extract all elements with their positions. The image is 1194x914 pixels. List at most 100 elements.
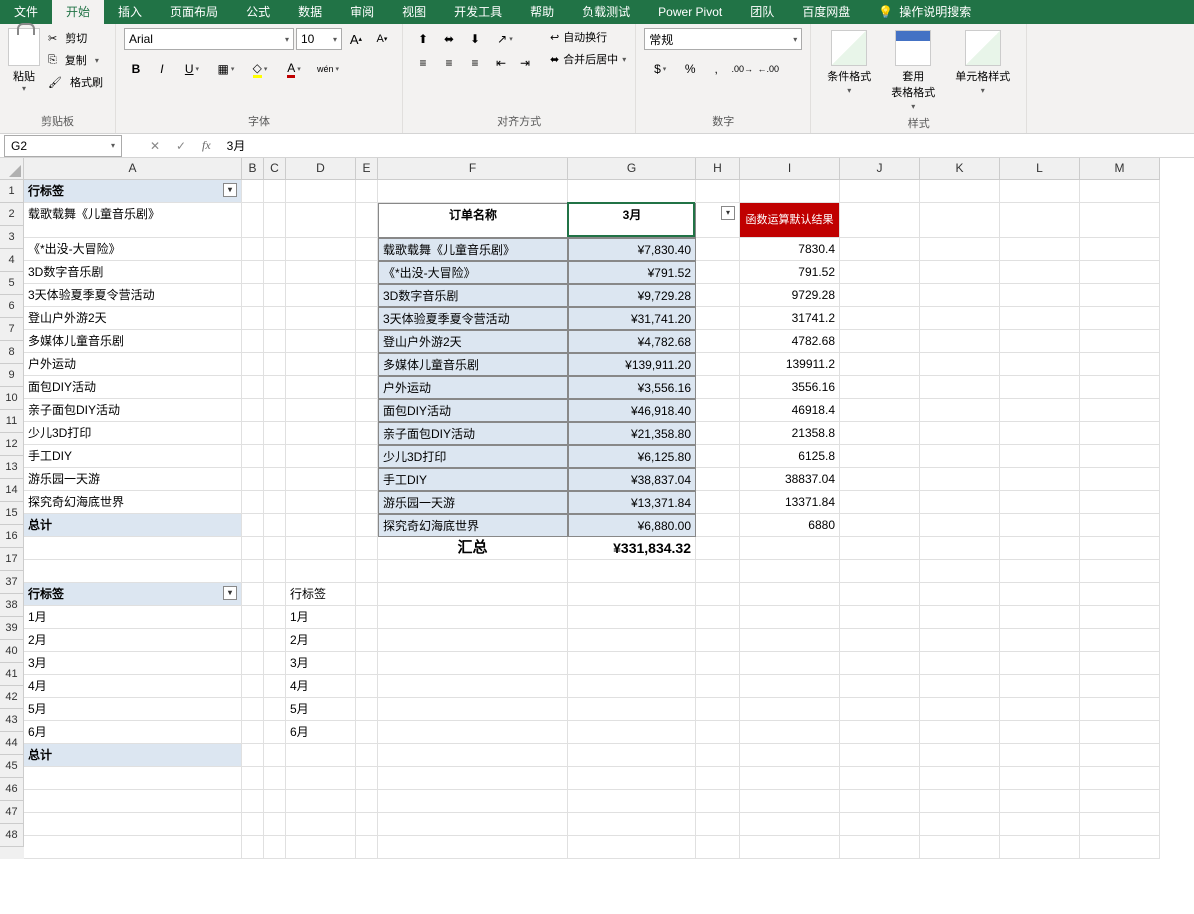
align-bottom-button[interactable]: ⬇: [463, 28, 487, 50]
cell[interactable]: [378, 744, 568, 767]
phonetic-button[interactable]: wén: [312, 58, 344, 80]
cell[interactable]: 5月: [286, 698, 356, 721]
cell[interactable]: [242, 238, 264, 261]
cell[interactable]: [356, 767, 378, 790]
row-header-14[interactable]: 14: [0, 479, 24, 502]
cell[interactable]: [356, 376, 378, 399]
cell[interactable]: [740, 606, 840, 629]
cell[interactable]: [840, 514, 920, 537]
cell[interactable]: [920, 180, 1000, 203]
format-painter-button[interactable]: 🖌格式刷: [44, 72, 107, 92]
cell[interactable]: [378, 180, 568, 203]
cell[interactable]: [242, 606, 264, 629]
cell[interactable]: [378, 675, 568, 698]
cell[interactable]: [264, 583, 286, 606]
increase-indent-button[interactable]: ⇥: [513, 52, 537, 74]
cell[interactable]: [920, 203, 1000, 238]
tab-baidu[interactable]: 百度网盘: [788, 0, 864, 24]
cell[interactable]: 面包DIY活动: [378, 399, 568, 422]
cell[interactable]: [1080, 698, 1160, 721]
cell[interactable]: [1080, 790, 1160, 813]
cell[interactable]: 行标签▾: [24, 180, 242, 203]
cell[interactable]: 多媒体儿童音乐剧: [24, 330, 242, 353]
cell[interactable]: [264, 836, 286, 859]
cell[interactable]: [286, 353, 356, 376]
row-header-8[interactable]: 8: [0, 341, 24, 364]
cell[interactable]: [1000, 813, 1080, 836]
cell[interactable]: [242, 491, 264, 514]
cell[interactable]: [568, 606, 696, 629]
cell[interactable]: [840, 721, 920, 744]
align-center-button[interactable]: ≡: [437, 52, 461, 74]
cell[interactable]: 4月: [24, 675, 242, 698]
row-header-2[interactable]: 2: [0, 203, 24, 226]
cell[interactable]: [286, 307, 356, 330]
cell[interactable]: 载歌载舞《儿童音乐剧》: [24, 203, 242, 238]
cancel-formula-button[interactable]: ✕: [142, 135, 168, 157]
cell[interactable]: [242, 330, 264, 353]
cell[interactable]: [568, 675, 696, 698]
cell[interactable]: 总计: [24, 514, 242, 537]
cell[interactable]: [378, 767, 568, 790]
cell[interactable]: [740, 721, 840, 744]
cell[interactable]: [920, 514, 1000, 537]
cell[interactable]: [740, 629, 840, 652]
cell[interactable]: [286, 836, 356, 859]
row-header-38[interactable]: 38: [0, 594, 24, 617]
cell[interactable]: [840, 399, 920, 422]
font-color-button[interactable]: A: [278, 58, 310, 80]
tab-data[interactable]: 数据: [284, 0, 336, 24]
cell[interactable]: [356, 307, 378, 330]
row-header-15[interactable]: 15: [0, 502, 24, 525]
cell[interactable]: ¥791.52: [568, 261, 696, 284]
cell[interactable]: [1080, 238, 1160, 261]
cell[interactable]: [264, 744, 286, 767]
cell[interactable]: [356, 537, 378, 560]
cell[interactable]: [1080, 353, 1160, 376]
cell[interactable]: 139911.2: [740, 353, 840, 376]
cell[interactable]: ¥139,911.20: [568, 353, 696, 376]
cell[interactable]: [242, 445, 264, 468]
row-header-41[interactable]: 41: [0, 663, 24, 686]
cell[interactable]: [1000, 330, 1080, 353]
accept-formula-button[interactable]: ✓: [168, 135, 194, 157]
cell[interactable]: [356, 652, 378, 675]
fill-color-button[interactable]: ◇: [244, 58, 276, 80]
cell[interactable]: 2月: [24, 629, 242, 652]
cell[interactable]: [264, 698, 286, 721]
cell[interactable]: [1000, 560, 1080, 583]
cell[interactable]: [378, 813, 568, 836]
row-header-1[interactable]: 1: [0, 180, 24, 203]
cell[interactable]: [1080, 307, 1160, 330]
cell[interactable]: [1000, 675, 1080, 698]
cell[interactable]: [356, 698, 378, 721]
cell[interactable]: [1080, 203, 1160, 238]
cell[interactable]: [1000, 445, 1080, 468]
cell[interactable]: ▾: [696, 203, 740, 238]
cell[interactable]: [24, 767, 242, 790]
cell[interactable]: [1000, 284, 1080, 307]
cell[interactable]: [1080, 652, 1160, 675]
cell[interactable]: [1080, 261, 1160, 284]
cell[interactable]: [286, 537, 356, 560]
cell[interactable]: [286, 284, 356, 307]
cell[interactable]: [920, 307, 1000, 330]
formula-bar[interactable]: 3月: [219, 137, 1194, 154]
cell[interactable]: [378, 652, 568, 675]
cell[interactable]: [740, 560, 840, 583]
merge-center-button[interactable]: ⬌合并后居中▾: [549, 50, 627, 68]
align-top-button[interactable]: ⬆: [411, 28, 435, 50]
cell[interactable]: [920, 721, 1000, 744]
cell[interactable]: [568, 629, 696, 652]
cell[interactable]: [568, 744, 696, 767]
cell[interactable]: 户外运动: [378, 376, 568, 399]
cell[interactable]: [356, 399, 378, 422]
bold-button[interactable]: B: [124, 58, 148, 80]
cell[interactable]: [1000, 836, 1080, 859]
cell[interactable]: [696, 721, 740, 744]
cell[interactable]: [242, 721, 264, 744]
cell[interactable]: [356, 629, 378, 652]
cell[interactable]: 3556.16: [740, 376, 840, 399]
row-header-7[interactable]: 7: [0, 318, 24, 341]
cell[interactable]: [356, 813, 378, 836]
